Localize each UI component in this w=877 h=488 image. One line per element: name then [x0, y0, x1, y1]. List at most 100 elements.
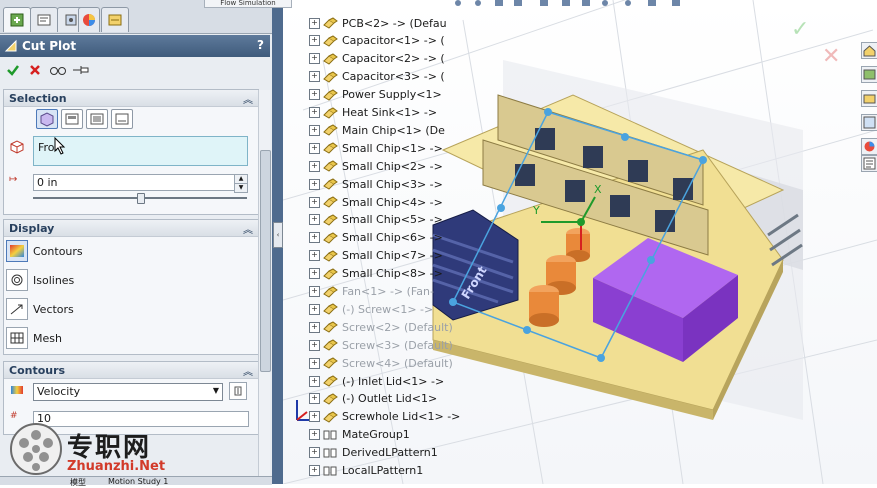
ok-button[interactable]	[4, 62, 22, 78]
expand-icon[interactable]: +	[309, 53, 320, 65]
tree-item[interactable]: + Small Chip<8> ->	[309, 265, 443, 283]
expand-icon[interactable]: +	[309, 393, 320, 405]
tree-item[interactable]: + Small Chip<5> ->	[309, 211, 443, 229]
tree-item[interactable]: + DerivedLPattern1	[309, 444, 438, 462]
task-pane-appearances[interactable]	[861, 138, 877, 155]
offset-field[interactable]: 0 in	[33, 174, 235, 191]
expand-icon[interactable]: +	[309, 71, 320, 83]
task-pane-library[interactable]	[861, 66, 877, 83]
plane-selection-field[interactable]: Fron	[33, 136, 248, 166]
cancel-button[interactable]	[26, 62, 44, 78]
display-option-isolines[interactable]: Isolines	[6, 269, 74, 291]
tree-item[interactable]: + (-) Inlet Lid<1> ->	[309, 372, 444, 390]
help-button[interactable]: ?	[257, 38, 264, 52]
expand-icon[interactable]: +	[309, 35, 320, 47]
tab-feature-manager[interactable]	[3, 7, 31, 32]
expand-icon[interactable]: +	[309, 250, 320, 262]
task-pane-home[interactable]	[861, 42, 877, 59]
expand-icon[interactable]: +	[309, 447, 320, 459]
display-label-isolines: Isolines	[33, 273, 75, 287]
offset-spin-down[interactable]: ▼	[234, 183, 248, 193]
tree-item[interactable]: + Heat Sink<1> ->	[309, 104, 437, 122]
pin-button[interactable]	[72, 62, 90, 78]
expand-icon[interactable]: +	[309, 89, 320, 101]
display-group-header[interactable]: Display ︽	[4, 220, 258, 237]
expand-icon[interactable]: +	[309, 178, 320, 190]
expand-icon[interactable]: +	[309, 303, 320, 315]
expand-icon[interactable]: +	[309, 268, 320, 280]
expand-icon[interactable]: +	[309, 142, 320, 154]
expand-icon[interactable]: +	[309, 196, 320, 208]
parameter-select[interactable]: Velocity ▼	[33, 383, 223, 401]
expand-icon[interactable]: +	[309, 214, 320, 226]
tree-item[interactable]: + Small Chip<7> ->	[309, 247, 443, 265]
tree-item[interactable]: + MateGroup1	[309, 426, 410, 444]
splitter-handle[interactable]: ‹	[273, 222, 283, 248]
tree-item[interactable]: + Small Chip<1> ->	[309, 139, 443, 157]
tree-item[interactable]: + Small Chip<3> ->	[309, 175, 443, 193]
confirm-check-icon[interactable]: ✓	[791, 17, 809, 42]
preview-button[interactable]	[49, 62, 67, 78]
expand-icon[interactable]: +	[309, 465, 320, 476]
expand-icon[interactable]: +	[309, 107, 320, 118]
tree-item[interactable]: + Small Chip<6> ->	[309, 229, 443, 247]
chevron-up-icon[interactable]: ︽	[243, 91, 253, 106]
custom-plane-button[interactable]	[111, 109, 133, 129]
tree-item[interactable]: + Capacitor<3> -> (	[309, 68, 445, 86]
chevron-up-icon[interactable]: ︽	[243, 363, 253, 378]
expand-icon[interactable]: +	[309, 232, 320, 244]
expand-icon[interactable]: +	[309, 124, 320, 136]
tree-item[interactable]: + Capacitor<1> -> (	[309, 32, 445, 50]
expand-icon[interactable]: +	[309, 160, 320, 172]
panel-scrollbar-thumb[interactable]	[260, 150, 271, 372]
expand-icon[interactable]: +	[309, 411, 320, 423]
tab-model[interactable]: 模型	[70, 477, 86, 488]
contours-group-header[interactable]: Contours ︽	[4, 362, 258, 379]
expand-icon[interactable]: +	[309, 321, 320, 333]
expand-icon[interactable]: +	[309, 357, 320, 369]
expand-icon[interactable]: +	[309, 286, 320, 297]
expand-icon[interactable]: +	[309, 339, 320, 351]
tree-item[interactable]: + (-) Outlet Lid<1>	[309, 390, 437, 408]
chevron-up-icon[interactable]: ︽	[243, 221, 253, 236]
task-pane-explorer[interactable]	[861, 90, 877, 107]
tree-item[interactable]: + Capacitor<2> -> (	[309, 50, 445, 68]
display-option-mesh[interactable]: Mesh	[6, 327, 62, 349]
cancel-x-icon[interactable]: ✕	[822, 44, 840, 69]
front-plane-button[interactable]	[36, 109, 58, 129]
tree-item[interactable]: + Screw<4> (Default)	[309, 354, 453, 372]
tree-item-label: Small Chip<6> ->	[342, 231, 443, 245]
tree-item[interactable]: + Main Chip<1> (De	[309, 121, 445, 139]
expand-icon[interactable]: +	[309, 375, 320, 387]
tree-item[interactable]: + Screwhole Lid<1> ->	[309, 408, 460, 426]
top-plane-button[interactable]	[61, 109, 83, 129]
tab-flow-simulation[interactable]: Flow Simulation	[204, 0, 292, 8]
tree-item[interactable]: + LocalLPattern1	[309, 462, 423, 480]
tab-property-manager[interactable]	[30, 7, 58, 32]
flow-analysis-icon	[108, 14, 122, 26]
display-option-vectors[interactable]: Vectors	[6, 298, 74, 320]
expand-icon[interactable]: +	[309, 429, 320, 441]
tree-item[interactable]: + Fan<1> -> (Fan-	[309, 283, 434, 301]
panel-scrollbar[interactable]	[258, 90, 271, 476]
tab-display-manager[interactable]	[78, 7, 100, 32]
parameter-settings-button[interactable]	[229, 382, 247, 400]
plane-selection-icon	[8, 138, 26, 157]
selection-group-header[interactable]: Selection ︽	[4, 90, 258, 107]
tree-item[interactable]: + Power Supply<1>	[309, 86, 442, 104]
tree-item[interactable]: + Small Chip<2> ->	[309, 157, 443, 175]
display-option-contours[interactable]: Contours	[6, 240, 83, 262]
tab-motion-study[interactable]: Motion Study 1	[108, 477, 168, 486]
levels-field[interactable]: 10	[33, 411, 249, 427]
expand-icon[interactable]: +	[309, 17, 320, 29]
right-plane-button[interactable]	[86, 109, 108, 129]
tree-item[interactable]: + PCB<2> -> (Defau	[309, 14, 447, 32]
task-pane-view-palette[interactable]	[861, 114, 877, 131]
tree-item[interactable]: + Screw<2> (Default)	[309, 318, 453, 336]
tree-item[interactable]: + (-) Screw<1> ->	[309, 300, 433, 318]
tree-item[interactable]: + Screw<3> (Default)	[309, 336, 453, 354]
task-pane-custom-properties[interactable]	[861, 155, 877, 172]
offset-slider-thumb[interactable]	[137, 193, 145, 204]
tab-flow-analysis[interactable]	[101, 7, 129, 32]
tree-item[interactable]: + Small Chip<4> ->	[309, 193, 443, 211]
